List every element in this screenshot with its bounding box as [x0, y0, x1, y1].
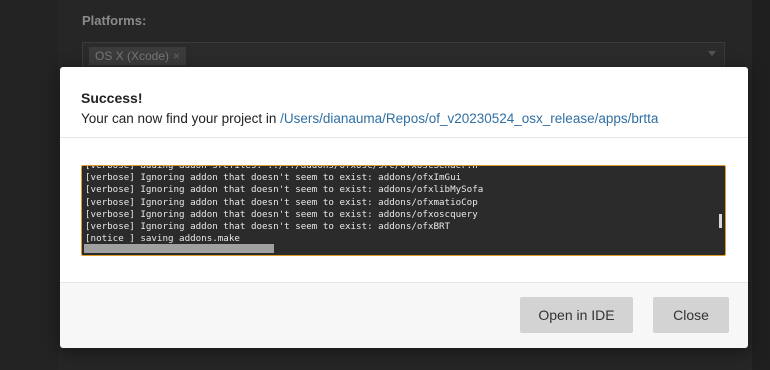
console-line: [verbose] Ignoring addon that doesn't se… — [85, 196, 478, 208]
console-line: [verbose] Ignoring addon that doesn't se… — [85, 172, 462, 184]
dialog-message: Your can now find your project in /Users… — [81, 111, 658, 126]
vertical-scrollbar-thumb[interactable] — [719, 214, 722, 228]
dialog-divider — [60, 137, 748, 138]
console-line: [verbose] Ignoring addon that doesn't se… — [85, 221, 451, 233]
console-log[interactable]: [verbose] adding addon srcfiles: ../../a… — [81, 165, 726, 256]
dialog-title: Success! — [81, 90, 143, 106]
platform-select[interactable]: OS X (Xcode) × — [82, 42, 725, 70]
background-left-rail — [0, 0, 58, 370]
chip-remove-icon[interactable]: × — [173, 49, 180, 63]
chevron-down-icon[interactable] — [708, 51, 716, 56]
platform-chip[interactable]: OS X (Xcode) × — [89, 47, 187, 65]
background-right-rail — [752, 0, 770, 370]
open-in-ide-button[interactable]: Open in IDE — [520, 297, 633, 333]
console-line: [verbose] Ignoring addon that doesn't se… — [85, 208, 478, 220]
console-line: [verbose] adding addon srcfiles: ../../a… — [85, 165, 478, 171]
project-path-link[interactable]: /Users/dianauma/Repos/of_v20230524_osx_r… — [280, 111, 658, 126]
console-line: [verbose] Ignoring addon that doesn't se… — [85, 184, 484, 196]
platforms-label: Platforms: — [82, 13, 147, 28]
dialog-message-text: Your can now find your project in — [81, 111, 281, 126]
console-lines: [verbose] adding addon srcfiles: ../../a… — [85, 165, 715, 245]
close-button[interactable]: Close — [653, 297, 729, 333]
success-dialog: Success! Your can now find your project … — [60, 67, 748, 348]
horizontal-scrollbar-thumb[interactable] — [84, 244, 274, 253]
dialog-footer: Open in IDE Close — [60, 282, 748, 348]
platform-chip-label: OS X (Xcode) — [95, 49, 170, 63]
